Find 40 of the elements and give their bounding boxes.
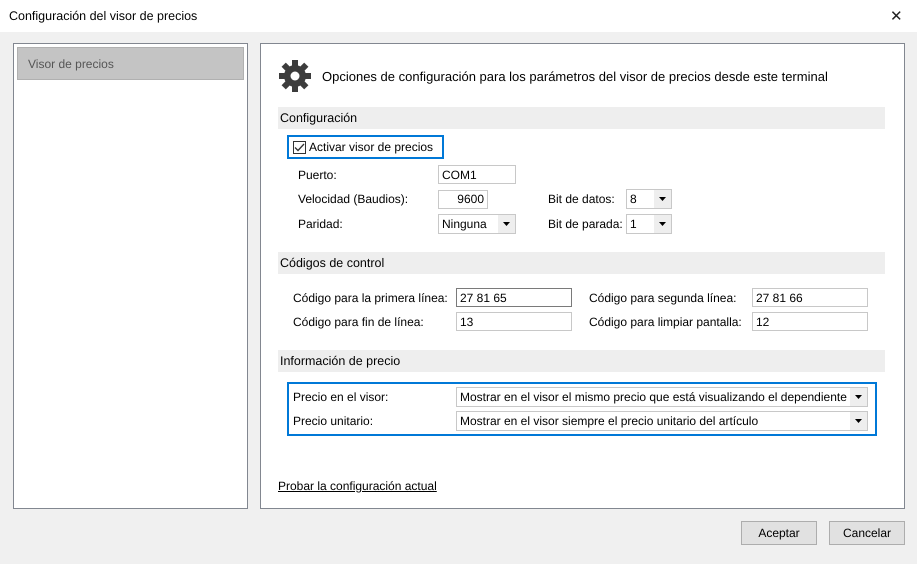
dropdown[interactable]: Mostrar en el visor siempre el precio unitario del artículo: [456, 411, 868, 431]
caret-icon: [659, 197, 666, 201]
section-header: Información de precio: [278, 350, 885, 372]
caret-icon: [503, 222, 510, 226]
field-label: Precio unitario:: [293, 414, 374, 428]
caret-icon: [659, 222, 666, 226]
dropdown[interactable]: 8: [626, 189, 672, 209]
input-field[interactable]: 13: [456, 312, 572, 331]
window-title: Configuración del visor de precios: [9, 9, 198, 23]
enable-checkbox[interactable]: Activar visor de precios: [287, 135, 444, 159]
sidebar-item[interactable]: Visor de precios: [17, 47, 244, 80]
input-field[interactable]: 27 81 65: [456, 288, 572, 307]
test-config-link[interactable]: Probar la configuración actual: [278, 479, 437, 493]
field-label: Código para limpiar pantalla:: [589, 314, 743, 328]
section-header: Configuración: [278, 107, 885, 129]
field-label: Puerto:: [298, 168, 338, 182]
field-label: Paridad:: [298, 217, 344, 231]
input-field[interactable]: 9600: [438, 190, 488, 208]
field-label: Código para segunda línea:: [589, 290, 738, 304]
caret-icon: [855, 419, 862, 423]
field-label: Precio en el visor:: [293, 390, 390, 404]
field-label: Velocidad (Baudios):: [298, 192, 410, 206]
cancel-button[interactable]: Cancelar: [829, 521, 905, 545]
caret-icon: [855, 395, 862, 399]
header-text: Opciones de configuración para los parámetros del visor de precios desde este terminal: [322, 68, 828, 84]
dropdown[interactable]: Mostrar en el visor el mismo precio que está visualizando el dependiente: [456, 387, 868, 407]
gear-icon: [278, 59, 312, 93]
field-label: Bit de datos:: [548, 192, 616, 206]
field-label: Código para fin de línea:: [293, 314, 425, 328]
section-header: Códigos de control: [278, 252, 885, 274]
input-field[interactable]: 12: [752, 312, 868, 331]
dropdown[interactable]: Ninguna: [438, 214, 516, 234]
input-field[interactable]: COM1: [438, 165, 516, 184]
field-label: Bit de parada:: [548, 217, 624, 231]
accept-button[interactable]: Aceptar: [741, 521, 817, 545]
close-icon[interactable]: ✕: [890, 7, 903, 25]
dropdown[interactable]: 1: [626, 214, 672, 234]
field-label: Código para la primera línea:: [293, 290, 449, 304]
check-icon: [294, 142, 305, 152]
input-field[interactable]: 27 81 66: [752, 288, 868, 307]
